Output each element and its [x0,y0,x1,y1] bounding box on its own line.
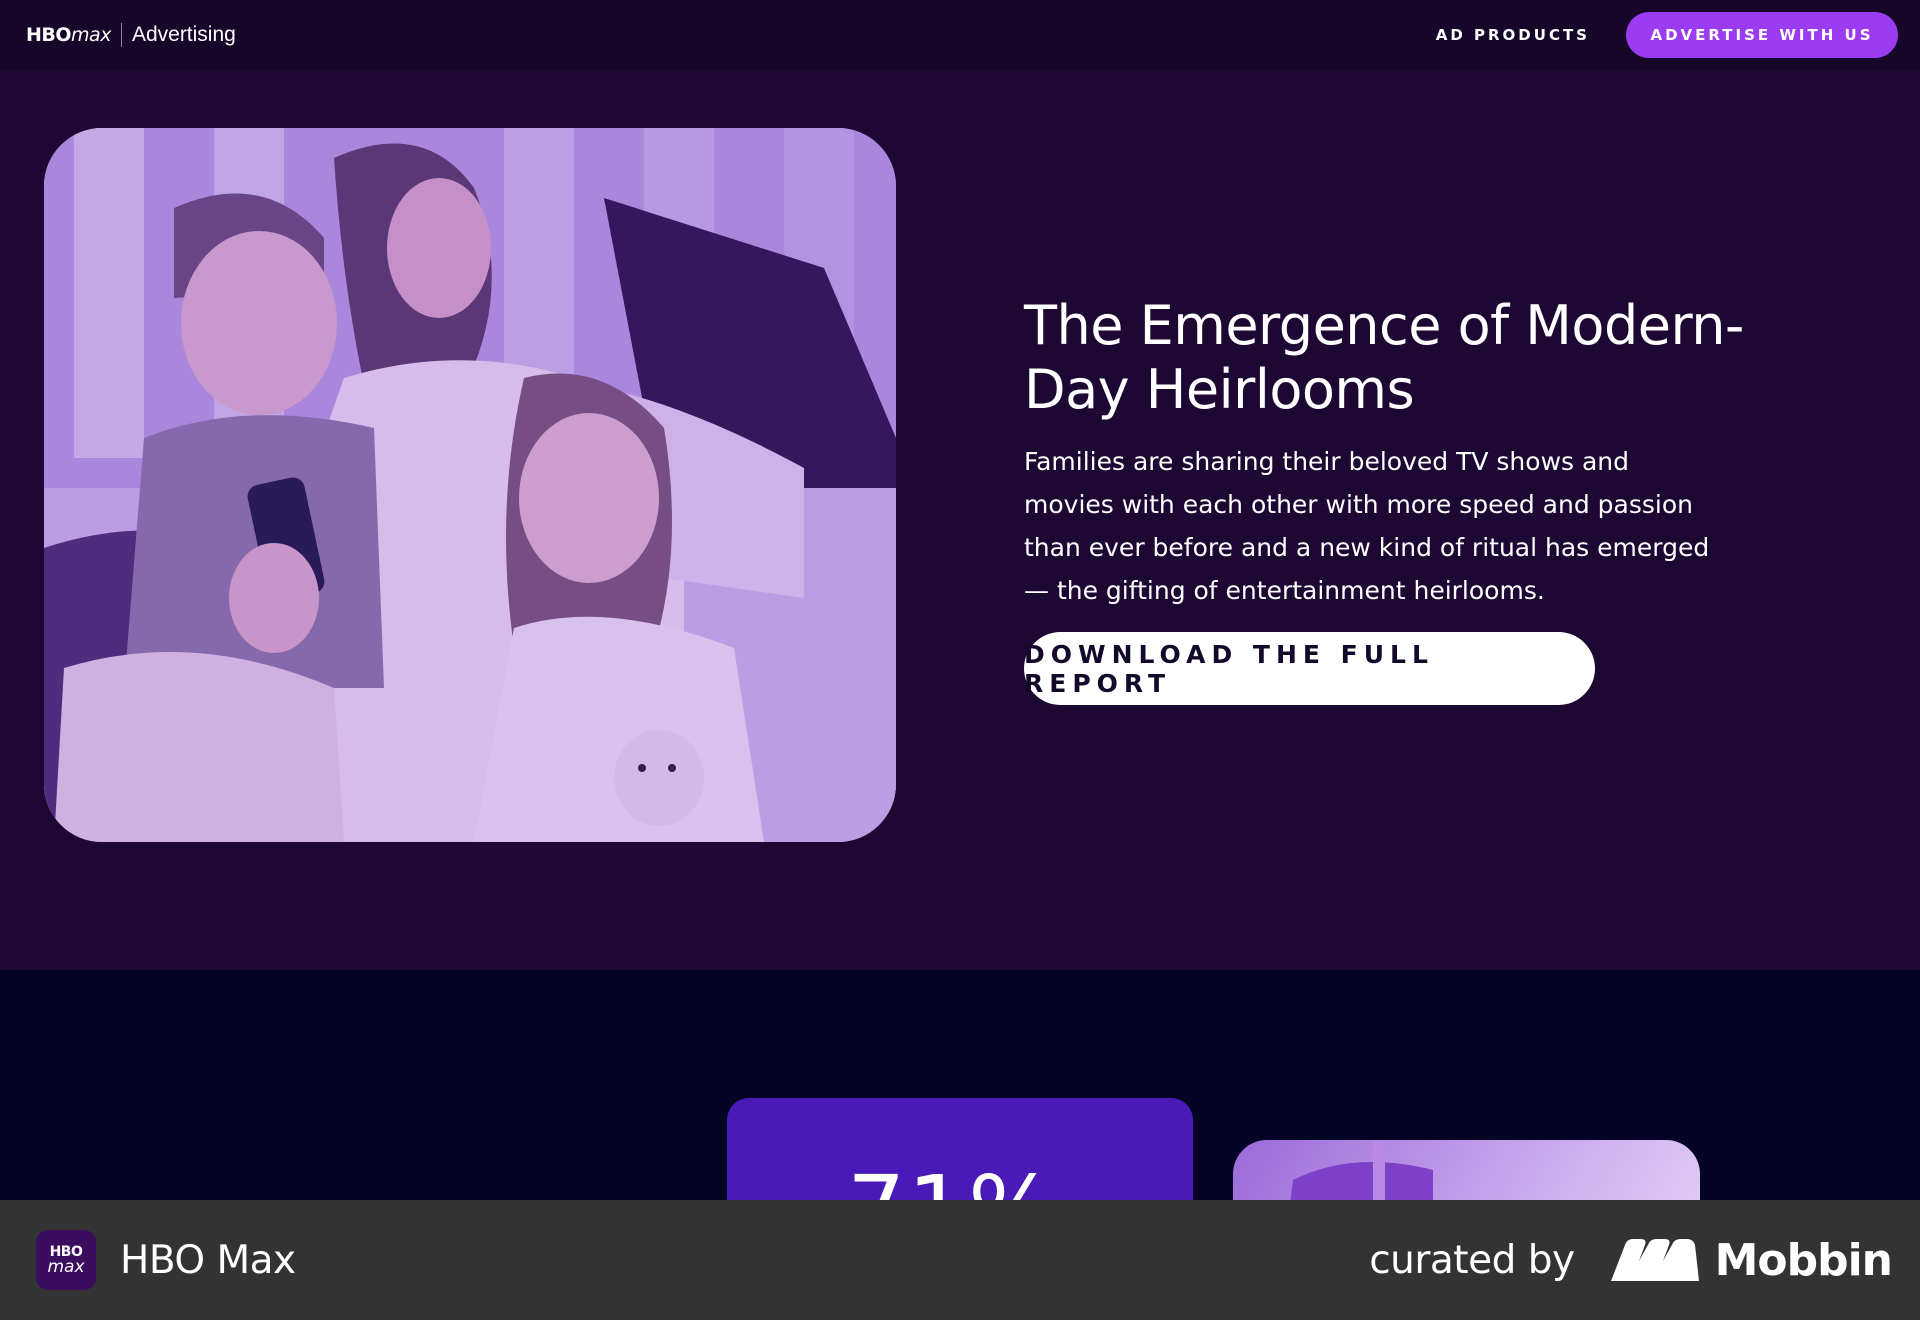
nav-actions: AD PRODUCTS ADVERTISE WITH US [1436,12,1898,58]
stat-photo [1233,1140,1700,1200]
brand[interactable]: HBOmax Advertising [26,23,236,47]
hbo-max-app-icon: HBO max [36,1230,96,1290]
mobbin-wordmark: Mobbin [1714,1234,1893,1286]
hero-text-block: The Emergence of Modern-Day Heirlooms Fa… [1024,294,1744,705]
stat-card: 71% [727,1098,1193,1200]
download-report-button[interactable]: DOWNLOAD THE FULL REPORT [1024,632,1595,705]
stats-section: 71% [0,970,1920,1200]
family-illustration [44,128,896,842]
hbo-max-logo[interactable]: HBOmax [26,24,111,46]
curated-by: curated by Mobbin [1369,1234,1893,1286]
curated-by-label: curated by [1369,1237,1575,1283]
stat-value: 71% [847,1164,1057,1201]
top-navigation: HBOmax Advertising AD PRODUCTS ADVERTISE… [0,0,1920,70]
mobbin-logo[interactable]: Mobbin [1610,1234,1893,1286]
mobbin-mark-icon [1610,1239,1699,1281]
brand-subtitle: Advertising [131,23,236,46]
hero-description: Families are sharing their beloved TV sh… [1024,447,1710,605]
nav-link-ad-products[interactable]: AD PRODUCTS [1436,26,1590,44]
hero-section: The Emergence of Modern-Day Heirlooms Fa… [0,70,1920,970]
couch-illustration [1290,1140,1433,1200]
app-identity: HBO max HBO Max [36,1230,296,1290]
advertise-with-us-button[interactable]: ADVERTISE WITH US [1626,12,1898,58]
hero-title: The Emergence of Modern-Day Heirlooms [1024,294,1744,421]
hero-family-photo [44,128,896,842]
mobbin-footer: HBO max HBO Max curated by Mobbin [0,1200,1920,1320]
app-name: HBO Max [120,1237,296,1283]
brand-divider [120,23,122,47]
